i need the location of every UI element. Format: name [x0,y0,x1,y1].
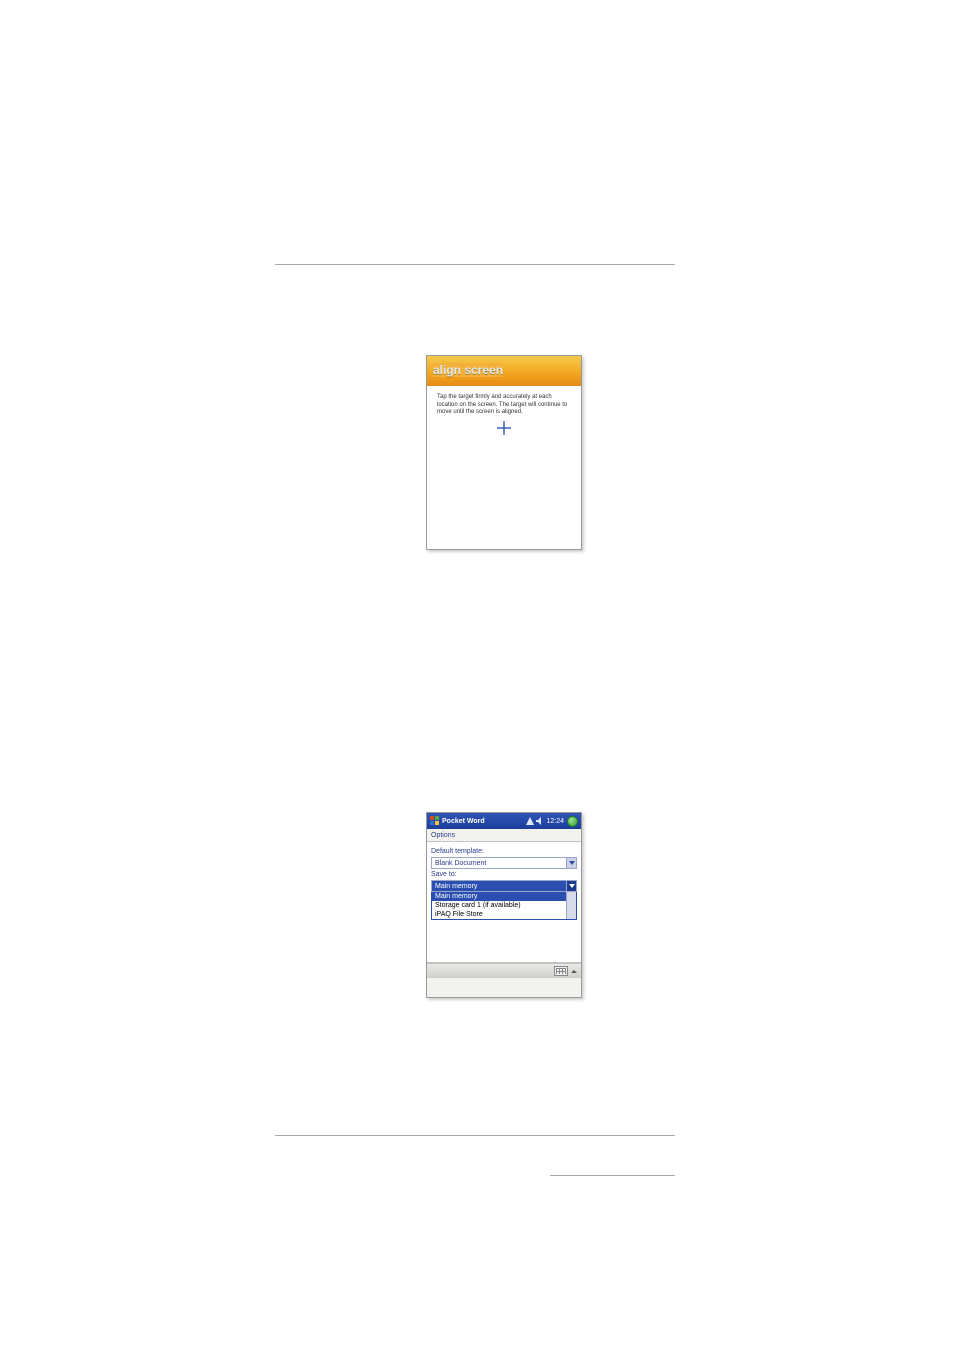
save-to-option-file-store[interactable]: iPAQ File Store [432,910,576,919]
signal-icon [526,817,534,825]
chevron-down-icon[interactable] [566,881,576,891]
sip-bar [427,963,581,978]
speaker-icon [536,817,544,825]
align-screen-window: align screen Tap the target firmly and a… [426,355,582,550]
default-template-label: Default template: [431,848,577,855]
keyboard-icon[interactable] [554,966,568,976]
save-to-value: Main memory [435,883,477,890]
save-to-option-storage-card[interactable]: Storage card 1 (if available) [432,901,576,910]
start-icon[interactable] [430,816,440,826]
options-body: Default template: Blank Document Save to… [427,841,581,963]
default-template-select[interactable]: Blank Document [431,857,577,869]
default-template-value: Blank Document [435,860,486,867]
clock-label: 12:24 [546,818,564,825]
align-screen-body: Tap the target firmly and accurately at … [427,386,581,435]
pocket-word-options-window: Pocket Word 12:24 Options Default templa… [426,812,582,998]
dropdown-scrollbar[interactable] [566,892,576,919]
align-screen-header: align screen [427,356,581,386]
sip-chevron-up-icon[interactable] [571,970,577,973]
chevron-down-icon[interactable] [566,858,576,868]
ok-button[interactable] [567,816,578,827]
align-screen-title: align screen [433,363,503,377]
save-to-label: Save to: [431,871,577,878]
top-horizontal-rule [275,264,675,265]
calibration-cross-icon[interactable] [497,421,511,435]
options-heading: Options [427,829,581,841]
status-area: 12:24 [526,817,564,825]
save-to-select[interactable]: Main memory [431,880,577,892]
titlebar: Pocket Word 12:24 [427,813,581,829]
save-to-dropdown-list: Main memory Storage card 1 (if available… [431,892,577,920]
app-title: Pocket Word [442,818,526,825]
bottom-horizontal-rule [275,1135,675,1136]
footer-short-rule [550,1175,675,1176]
align-screen-instructions: Tap the target firmly and accurately at … [437,394,571,417]
save-to-option-main-memory[interactable]: Main memory [432,892,576,901]
